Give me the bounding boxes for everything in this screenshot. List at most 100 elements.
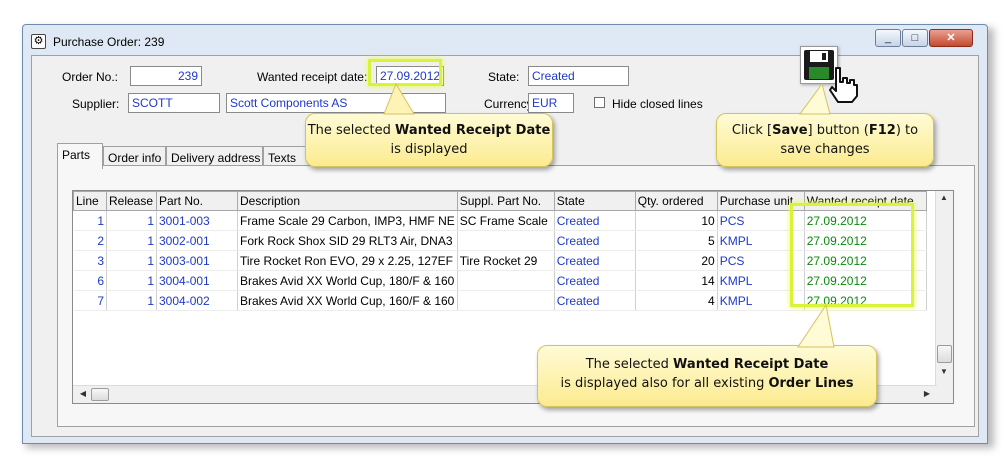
minimize-button[interactable]: _ <box>875 29 901 47</box>
col-header-release[interactable]: Release <box>106 191 157 211</box>
cell-unit[interactable]: PCS <box>717 210 805 231</box>
cell-release[interactable]: 1 <box>106 230 157 251</box>
col-header-qty-ordered[interactable]: Qty. ordered <box>634 191 718 211</box>
col-header-wanted-date[interactable]: Wanted receipt date <box>803 191 927 211</box>
cell-state[interactable]: Created <box>554 250 636 271</box>
tab-parts[interactable]: Parts <box>57 143 103 169</box>
date-callout-pointer <box>383 82 415 115</box>
scroll-down-arrow-icon[interactable]: ▼ <box>936 367 952 376</box>
supplier-code-field[interactable]: SCOTT <box>128 93 220 113</box>
col-header-part-no[interactable]: Part No. <box>156 191 238 211</box>
order-no-field[interactable]: 239 <box>130 66 202 86</box>
save-callout-mid: ] button ( <box>807 123 869 138</box>
state-field[interactable]: Created <box>528 66 629 86</box>
cell-unit[interactable]: KMPL <box>717 230 805 251</box>
table-row[interactable]: 1 1 3001-003 Frame Scale 29 Carbon, IMP3… <box>73 210 927 231</box>
cell-release[interactable]: 1 <box>106 210 157 231</box>
state-label: State: <box>488 70 520 84</box>
cell-state[interactable]: Created <box>554 230 636 251</box>
cell-line[interactable]: 6 <box>73 270 107 291</box>
lines-callout-pre: The selected <box>585 357 674 372</box>
cell-wanted-date[interactable]: 27.09.2012 <box>804 230 927 251</box>
cell-wanted-date[interactable]: 27.09.2012 <box>804 270 927 291</box>
lines-callout-bold1: Wanted Receipt Date <box>673 357 829 372</box>
cell-state[interactable]: Created <box>554 210 636 231</box>
cell-qty[interactable]: 5 <box>635 230 718 251</box>
horizontal-scroll-thumb[interactable] <box>91 388 109 401</box>
cell-suppl-part-no[interactable]: Tire Rocket 29 <box>457 250 555 271</box>
cell-suppl-part-no[interactable] <box>457 290 555 311</box>
cell-wanted-date[interactable]: 27.09.2012 <box>804 250 927 271</box>
cell-part-no[interactable]: 3003-001 <box>156 250 238 271</box>
cell-description[interactable]: Brakes Avid XX World Cup, 180/F & 160 <box>237 270 458 291</box>
cell-wanted-date[interactable]: 27.09.2012 <box>804 210 927 231</box>
cell-description[interactable]: Tire Rocket Ron EVO, 29 x 2.25, 127EF <box>237 250 458 271</box>
currency-field[interactable]: EUR <box>528 93 574 113</box>
cell-suppl-part-no[interactable]: SC Frame Scale <box>457 210 555 231</box>
lines-callout-pointer <box>797 303 835 348</box>
supplier-label: Supplier: <box>72 97 120 111</box>
col-header-line[interactable]: Line <box>73 191 107 211</box>
order-no-label: Order No.: <box>62 70 119 84</box>
cell-release[interactable]: 1 <box>106 290 157 311</box>
cell-qty[interactable]: 20 <box>635 250 718 271</box>
lines-callout: The selected Wanted Receipt Date is disp… <box>537 345 877 407</box>
hide-closed-checkbox[interactable] <box>594 97 605 108</box>
date-callout: The selected Wanted Receipt Date is disp… <box>305 113 553 167</box>
lines-callout-line2: is displayed also for all existing Order… <box>538 374 876 393</box>
lines-callout-line1: The selected Wanted Receipt Date <box>538 355 876 374</box>
table-row[interactable]: 6 1 3004-001 Brakes Avid XX World Cup, 1… <box>73 270 927 291</box>
date-callout-post: is displayed <box>390 142 468 157</box>
table-row[interactable]: 3 1 3003-001 Tire Rocket Ron EVO, 29 x 2… <box>73 250 927 271</box>
save-callout-bold1: Save <box>772 123 808 138</box>
cell-qty[interactable]: 10 <box>635 210 718 231</box>
save-callout-pointer <box>799 82 831 115</box>
title-bar[interactable]: ⚙ Purchase Order: 239 _ □ ✕ <box>23 25 987 55</box>
scroll-left-arrow-icon[interactable]: ◀ <box>75 389 91 398</box>
window-title: Purchase Order: 239 <box>53 35 165 49</box>
cell-description[interactable]: Brakes Avid XX World Cup, 160/F & 160 <box>237 290 458 311</box>
cell-description[interactable]: Frame Scale 29 Carbon, IMP3, HMF NE <box>237 210 458 231</box>
vertical-scroll-thumb[interactable] <box>937 345 952 363</box>
col-header-state[interactable]: State <box>553 191 636 211</box>
cell-state[interactable]: Created <box>554 270 636 291</box>
wanted-date-label: Wanted receipt date: <box>257 70 368 84</box>
cell-line[interactable]: 2 <box>73 230 107 251</box>
cell-qty[interactable]: 14 <box>635 270 718 291</box>
col-header-purchase-unit[interactable]: Purchase unit <box>716 191 805 211</box>
save-callout: Click [Save] button (F12) to save change… <box>716 113 934 167</box>
cell-state[interactable]: Created <box>554 290 636 311</box>
cell-suppl-part-no[interactable] <box>457 270 555 291</box>
cell-release[interactable]: 1 <box>106 270 157 291</box>
lines-callout-mid: is displayed also for all existing <box>560 376 769 391</box>
date-callout-pre: The selected <box>307 123 396 138</box>
cell-part-no[interactable]: 3002-001 <box>156 230 238 251</box>
save-callout-bold2: F12 <box>868 123 896 138</box>
lines-callout-bold2: Order Lines <box>768 376 854 391</box>
cell-part-no[interactable]: 3001-003 <box>156 210 238 231</box>
col-header-suppl-part-no[interactable]: Suppl. Part No. <box>456 191 555 211</box>
cell-unit[interactable]: KMPL <box>717 270 805 291</box>
scroll-right-arrow-icon[interactable]: ▶ <box>919 389 935 398</box>
cell-part-no[interactable]: 3004-001 <box>156 270 238 291</box>
save-callout-pre: Click [ <box>731 123 773 138</box>
cell-qty[interactable]: 4 <box>635 290 718 311</box>
cell-line[interactable]: 1 <box>73 210 107 231</box>
cell-unit[interactable]: PCS <box>717 250 805 271</box>
cell-suppl-part-no[interactable] <box>457 230 555 251</box>
maximize-button[interactable]: □ <box>902 29 928 47</box>
date-callout-bold: Wanted Receipt Date <box>395 123 551 138</box>
vertical-scrollbar[interactable]: ▲ ▼ <box>935 191 953 403</box>
cell-part-no[interactable]: 3004-002 <box>156 290 238 311</box>
cell-description[interactable]: Fork Rock Shox SID 29 RLT3 Air, DNA3 <box>237 230 458 251</box>
order-lines-table: Line Release Part No. Description Suppl.… <box>73 191 927 311</box>
cell-line[interactable]: 7 <box>73 290 107 311</box>
table-row[interactable]: 2 1 3002-001 Fork Rock Shox SID 29 RLT3 … <box>73 230 927 251</box>
col-header-description[interactable]: Description <box>237 191 458 211</box>
scroll-up-arrow-icon[interactable]: ▲ <box>936 193 952 202</box>
table-header-row: Line Release Part No. Description Suppl.… <box>73 191 927 211</box>
hide-closed-label: Hide closed lines <box>612 97 703 111</box>
cell-line[interactable]: 3 <box>73 250 107 271</box>
close-button[interactable]: ✕ <box>929 29 973 47</box>
cell-release[interactable]: 1 <box>106 250 157 271</box>
